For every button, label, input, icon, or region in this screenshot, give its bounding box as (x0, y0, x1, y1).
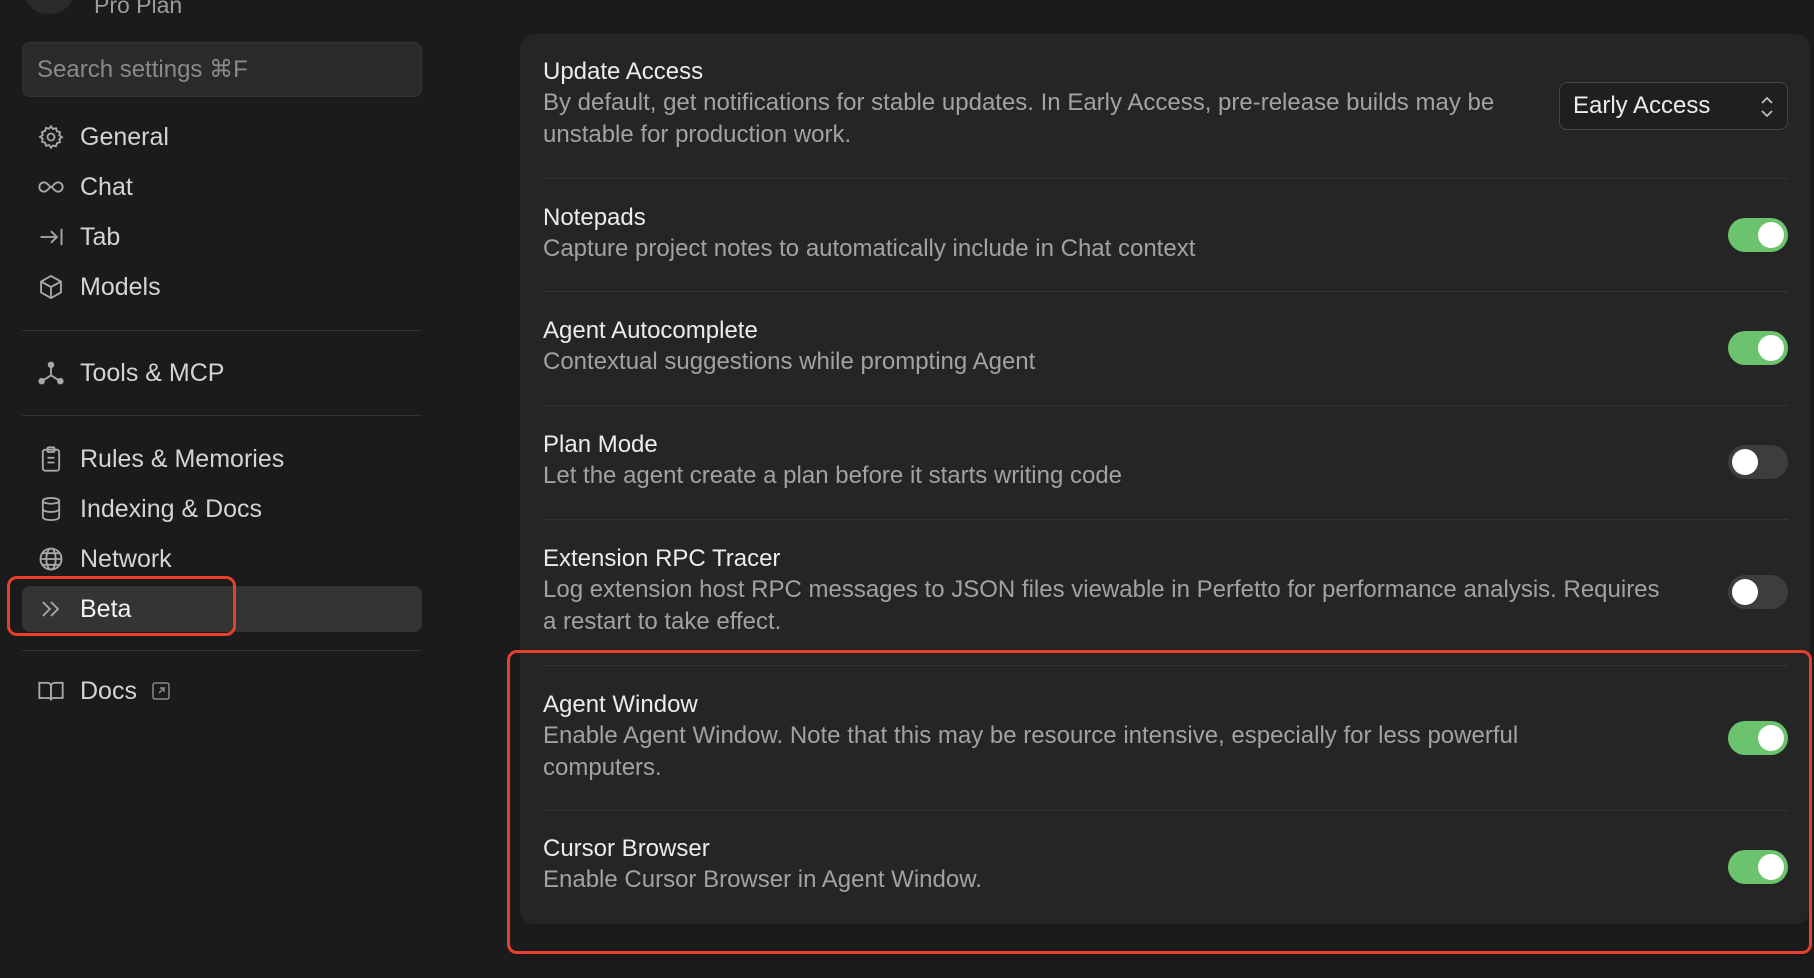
database-icon (36, 494, 66, 524)
sidebar-item-tools-mcp[interactable]: Tools & MCP (22, 350, 422, 396)
sidebar-item-label: Network (80, 544, 172, 573)
setting-notepads: Notepads Capture project notes to automa… (543, 179, 1788, 292)
agent-autocomplete-toggle[interactable] (1728, 331, 1788, 365)
setting-title: Update Access (543, 58, 704, 85)
update-access-select[interactable]: Early Access (1559, 82, 1788, 130)
avatar[interactable] (24, 0, 74, 14)
plan-label: Pro Plan (94, 0, 183, 18)
sidebar-item-label: Beta (80, 594, 132, 623)
sidebar-item-models[interactable]: Models (22, 264, 422, 310)
sidebar-item-label: Tools & MCP (80, 358, 225, 387)
beta-settings-panel: Update Access By default, get notificati… (520, 34, 1810, 924)
setting-description: Capture project notes to automatically i… (543, 235, 1196, 262)
select-value: Early Access (1573, 92, 1711, 119)
clipboard-icon (36, 444, 66, 474)
settings-sidebar: Pro Plan Search settings ⌘F General Chat (0, 0, 450, 978)
search-input[interactable]: Search settings ⌘F (22, 42, 422, 97)
sidebar-item-label: Chat (80, 172, 133, 201)
notepads-toggle[interactable] (1728, 218, 1788, 252)
cursor-browser-toggle[interactable] (1728, 850, 1788, 884)
sidebar-item-indexing-docs[interactable]: Indexing & Docs (22, 486, 422, 532)
sidebar-item-label: Models (80, 272, 161, 301)
toggle-knob (1758, 854, 1784, 880)
cube-icon (36, 272, 66, 302)
setting-extension-rpc-tracer: Extension RPC Tracer Log extension host … (543, 520, 1788, 666)
sidebar-item-label: Tab (80, 222, 121, 251)
sidebar-item-label: Indexing & Docs (80, 494, 263, 523)
setting-update-access: Update Access By default, get notificati… (543, 34, 1788, 179)
search-placeholder: Search settings ⌘F (37, 56, 248, 83)
double-chevron-icon (36, 594, 66, 624)
globe-icon (36, 544, 66, 574)
book-icon (36, 676, 66, 706)
settings-window: Pro Plan Search settings ⌘F General Chat (0, 0, 1814, 978)
sidebar-item-beta[interactable]: Beta (22, 586, 422, 632)
setting-agent-autocomplete: Agent Autocomplete Contextual suggestion… (543, 292, 1788, 406)
setting-title: Agent Window (543, 691, 698, 718)
setting-description: By default, get notifications for stable… (543, 89, 1495, 148)
nodes-icon (36, 358, 66, 388)
setting-agent-window: Agent Window Enable Agent Window. Note t… (543, 666, 1788, 811)
setting-description: Contextual suggestions while prompting A… (543, 348, 1036, 375)
setting-description: Let the agent create a plan before it st… (543, 462, 1123, 489)
setting-title: Extension RPC Tracer (543, 545, 781, 572)
toggle-knob (1758, 222, 1784, 248)
sidebar-item-general[interactable]: General (22, 114, 422, 160)
infinity-icon (36, 172, 66, 202)
toggle-knob (1758, 335, 1784, 361)
setting-title: Notepads (543, 204, 646, 231)
sidebar-divider (22, 330, 422, 331)
toggle-knob (1758, 725, 1784, 751)
sidebar-item-docs[interactable]: Docs (22, 668, 422, 714)
gear-icon (36, 122, 66, 152)
sidebar-item-label: General (80, 122, 169, 151)
setting-title: Plan Mode (543, 431, 658, 458)
setting-cursor-browser: Cursor Browser Enable Cursor Browser in … (543, 811, 1788, 921)
extension-rpc-tracer-toggle[interactable] (1728, 575, 1788, 609)
external-link-icon (151, 681, 171, 701)
setting-title: Cursor Browser (543, 835, 710, 862)
setting-description: Log extension host RPC messages to JSON … (543, 576, 1660, 635)
setting-plan-mode: Plan Mode Let the agent create a plan be… (543, 406, 1788, 520)
sidebar-divider (22, 650, 422, 651)
agent-window-toggle[interactable] (1728, 721, 1788, 755)
setting-title: Agent Autocomplete (543, 317, 758, 344)
sidebar-item-label: Rules & Memories (80, 444, 285, 473)
arrow-to-line-icon (36, 222, 66, 252)
chevron-up-down-icon (1761, 96, 1773, 118)
setting-description: Enable Agent Window. Note that this may … (543, 722, 1519, 781)
sidebar-item-tab[interactable]: Tab (22, 214, 422, 260)
sidebar-divider (22, 415, 422, 416)
sidebar-item-network[interactable]: Network (22, 536, 422, 582)
toggle-knob (1732, 449, 1758, 475)
sidebar-item-rules-memories[interactable]: Rules & Memories (22, 436, 422, 482)
plan-mode-toggle[interactable] (1728, 445, 1788, 479)
sidebar-item-label: Docs (80, 676, 137, 705)
sidebar-item-chat[interactable]: Chat (22, 164, 422, 210)
setting-description: Enable Cursor Browser in Agent Window. (543, 866, 982, 893)
toggle-knob (1732, 579, 1758, 605)
